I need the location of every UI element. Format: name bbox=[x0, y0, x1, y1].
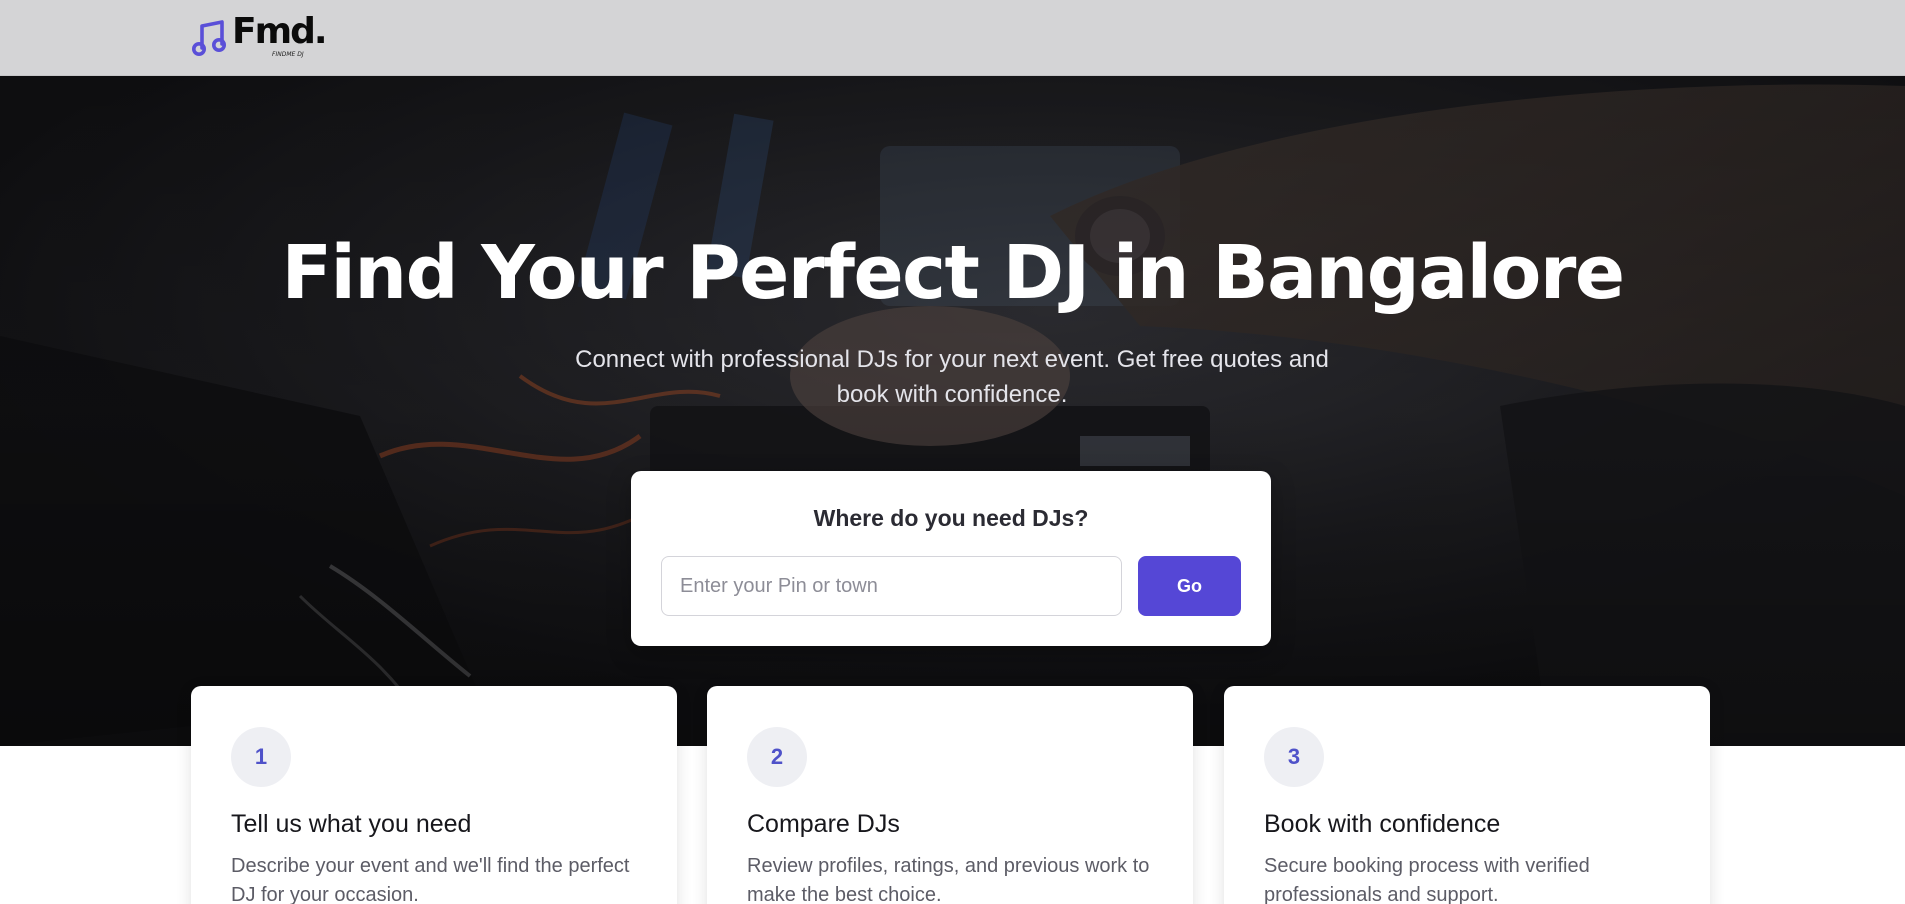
location-search-card: Where do you need DJs? Go bbox=[631, 471, 1271, 646]
site-header: Fmd. FINDME DJ bbox=[0, 0, 1905, 76]
search-card-title: Where do you need DJs? bbox=[813, 505, 1089, 531]
music-note-icon bbox=[192, 20, 226, 56]
step-number-badge: 3 bbox=[1264, 727, 1324, 787]
logo-tagline: FINDME DJ bbox=[272, 51, 304, 58]
step-title: Tell us what you need bbox=[231, 810, 472, 838]
go-button[interactable]: Go bbox=[1138, 556, 1241, 616]
logo-wordmark: Fmd. bbox=[232, 11, 328, 52]
step-title: Compare DJs bbox=[747, 810, 900, 838]
logo-text: Fmd. FINDME DJ bbox=[232, 11, 328, 59]
step-title: Book with confidence bbox=[1264, 810, 1501, 838]
step-card-3: 3 Book with confidence Secure booking pr… bbox=[1224, 686, 1710, 904]
step-card-1: 1 Tell us what you need Describe your ev… bbox=[191, 686, 677, 904]
step-description: Describe your event and we'll find the p… bbox=[231, 855, 630, 904]
step-number-badge: 2 bbox=[747, 727, 807, 787]
logo-link[interactable]: Fmd. FINDME DJ bbox=[192, 11, 328, 60]
page: Fmd. FINDME DJ Find Your Perfect DJ in B… bbox=[0, 0, 1905, 904]
step-number-badge: 1 bbox=[231, 727, 291, 787]
step-description: Secure booking process with verified pro… bbox=[1264, 855, 1590, 904]
hero-subtitle: Connect with professional DJs for your n… bbox=[575, 346, 1329, 408]
location-search-input[interactable] bbox=[661, 556, 1122, 616]
hero-title: Find Your Perfect DJ in Bangalore bbox=[281, 230, 1625, 316]
step-card-2: 2 Compare DJs Review profiles, ratings, … bbox=[707, 686, 1193, 904]
step-description: Review profiles, ratings, and previous w… bbox=[747, 855, 1150, 904]
